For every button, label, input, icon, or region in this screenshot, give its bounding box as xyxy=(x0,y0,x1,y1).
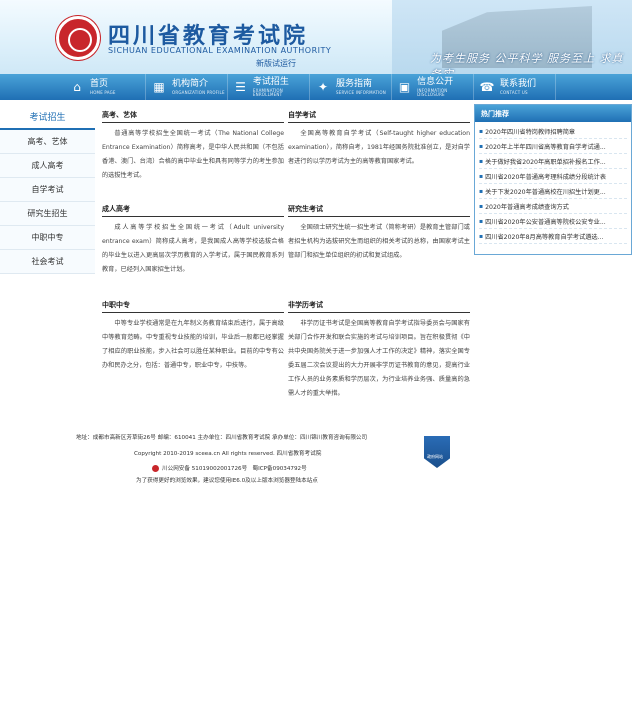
section-title[interactable]: 高考、艺体 xyxy=(102,110,284,123)
hot-list-item[interactable]: ▪ 2020年上半年四川省高等教育自学考试通... xyxy=(479,139,627,154)
nav-organization[interactable]: ▦ 机构简介 ORGANIZATION PROFILE xyxy=(146,74,228,100)
hot-item-label: 四川省2020年普通高考理科成绩分段统计表 xyxy=(485,173,607,181)
section-self-study: 自学考试 全国高等教育自学考试（Self-taught higher educa… xyxy=(288,110,470,169)
hot-list-item[interactable]: ▪ 四川省2020年普通高考理科成绩分段统计表 xyxy=(479,169,627,184)
hot-list-item[interactable]: ▪ 关于做好我省2020年高职单招补报名工作... xyxy=(479,154,627,169)
site-subtitle: SICHUAN EDUCATIONAL EXAMINATION AUTHORIT… xyxy=(108,46,332,55)
nav-label: 服务指南 xyxy=(336,78,373,89)
hot-list-item[interactable]: ▪ 2020年四川省特岗教师招聘简章 xyxy=(479,124,627,139)
nav-label: 机构简介 xyxy=(172,78,209,89)
nav-label: 联系我们 xyxy=(500,78,537,89)
trial-badge: 新版试运行 xyxy=(256,59,296,68)
section-title[interactable]: 成人高考 xyxy=(102,204,284,217)
nav-sublabel: INFORMATION DISCLOSURE xyxy=(417,87,448,97)
section-title[interactable]: 自学考试 xyxy=(288,110,470,123)
hot-item-label: 2020年上半年四川省高等教育自学考试通... xyxy=(485,143,606,151)
sidebar-item-graduate[interactable]: 研究生招生 xyxy=(0,202,95,226)
sidebar-item-self-study[interactable]: 自学考试 xyxy=(0,178,95,202)
bullet-icon: ▪ xyxy=(479,142,484,150)
section-body: 中等专业学校通常是在九年制义务教育结束后进行，属于高级中等教育范畴。中专重视专业… xyxy=(102,320,284,369)
site-header: 四川省教育考试院 SICHUAN EDUCATIONAL EXAMINATION… xyxy=(0,0,632,74)
footer-address: 地址：成都市高新区芳草街26号 邮编：610041 主办单位：四川省教育考试院 … xyxy=(76,435,368,441)
police-badge-icon xyxy=(152,465,159,472)
section-body: 成人高等学校招生全国统一考试（Adult university entrance… xyxy=(102,224,284,273)
hot-recommendations-panel: 热门推荐 ▪ 2020年四川省特岗教师招聘简章 ▪ 2020年上半年四川省高等教育自… xyxy=(474,104,632,255)
hot-item-label: 关于做好我省2020年高职单招补报名工作... xyxy=(485,158,606,166)
hot-item-label: 四川省2020年8月高等教育自学考试遴选... xyxy=(485,233,604,241)
hot-list-item[interactable]: ▪ 四川省2020年8月高等教育自学考试遴选... xyxy=(479,229,627,244)
section-gaokao: 高考、艺体 普通高等学校招生全国统一考试（The National Colleg… xyxy=(102,110,284,183)
section-title[interactable]: 研究生考试 xyxy=(288,204,470,217)
service-icon: ✦ xyxy=(317,80,329,94)
hot-item-label: 2020年普通高考成绩查询方式 xyxy=(485,203,569,211)
hot-item-label: 关于下发2020年普通高校在川招生计划更... xyxy=(485,188,606,196)
bullet-icon: ▪ xyxy=(479,202,484,210)
hot-list-item[interactable]: ▪ 四川省2020年公安普通高等院校公安专业... xyxy=(479,214,627,229)
footer-copyright: Copyright 2010-2019 sceea.cn All rights … xyxy=(134,451,322,457)
home-icon: ⌂ xyxy=(73,80,81,94)
sidebar-item-exam-enrollment[interactable]: 考试招生 xyxy=(0,104,95,130)
footer-browser-tip: 为了获得更好的浏览效果，建议您使用IE6.0及以上版本浏览器登陆本站点 xyxy=(136,478,318,484)
hot-list-item[interactable]: ▪ 关于下发2020年普通高校在川招生计划更... xyxy=(479,184,627,199)
section-adult-exam: 成人高考 成人高等学校招生全国统一考试（Adult university ent… xyxy=(102,204,284,277)
nav-label: 首页 xyxy=(90,78,109,89)
contact-icon: ☎ xyxy=(479,80,495,94)
nav-sublabel: EXAMINATION ENROLLMENT xyxy=(252,87,283,97)
bullet-icon: ▪ xyxy=(479,232,484,240)
police-record-text: 川公网安备 51019002001726号 xyxy=(162,466,248,472)
institution-logo-icon[interactable] xyxy=(56,16,100,60)
nav-home[interactable]: ⌂ 首页 HOME PAGE xyxy=(64,74,146,100)
nav-sublabel: SERVICE INFORMATION xyxy=(336,89,386,95)
bullet-icon: ▪ xyxy=(479,127,484,135)
emblem-label: 政府网站 xyxy=(427,454,443,459)
section-body: 全国高等教育自学考试（Self-taught higher education … xyxy=(288,130,470,165)
sidebar-item-social-exam[interactable]: 社会考试 xyxy=(0,250,95,274)
section-title[interactable]: 非学历考试 xyxy=(288,300,470,313)
bullet-icon: ▪ xyxy=(479,172,484,180)
nav-label: 考试招生 xyxy=(252,76,289,87)
section-title[interactable]: 中职中专 xyxy=(102,300,284,313)
hot-panel-title: 热门推荐 xyxy=(475,105,631,122)
nav-sublabel: HOME PAGE xyxy=(90,89,116,95)
nav-info-disclosure[interactable]: ▣ 信息公开 INFORMATION DISCLOSURE xyxy=(392,74,474,100)
footer-police-record[interactable]: 川公网安备 51019002001726号 蜀ICP备09034792号 xyxy=(152,464,307,472)
government-website-emblem-icon[interactable]: 政府网站 xyxy=(424,436,450,468)
nav-service[interactable]: ✦ 服务指南 SERVICE INFORMATION xyxy=(310,74,392,100)
main-nav: ⌂ 首页 HOME PAGE ▦ 机构简介 ORGANIZATION PROFILE… xyxy=(0,74,632,100)
section-body: 全国硕士研究生统一招生考试（简称考研）是教育主管部门或者招生机构为选拔研究生而组… xyxy=(288,224,470,259)
sidebar-item-vocational[interactable]: 中职中专 xyxy=(0,226,95,250)
sidebar-item-adult-exam[interactable]: 成人高考 xyxy=(0,154,95,178)
nav-contact[interactable]: ☎ 联系我们 CONTACT US xyxy=(474,74,556,100)
bullet-icon: ▪ xyxy=(479,157,484,165)
section-graduate: 研究生考试 全国硕士研究生统一招生考试（简称考研）是教育主管部门或者招生机构为选… xyxy=(288,204,470,263)
hot-item-label: 2020年四川省特岗教师招聘简章 xyxy=(485,128,576,136)
org-icon: ▦ xyxy=(153,80,165,94)
left-sidebar: 考试招生 高考、艺体 成人高考 自学考试 研究生招生 中职中专 社会考试 xyxy=(0,104,95,274)
bullet-icon: ▪ xyxy=(479,187,484,195)
bullet-icon: ▪ xyxy=(479,217,484,225)
icp-record[interactable]: 蜀ICP备09034792号 xyxy=(253,466,307,472)
nav-exam-enrollment[interactable]: ☰ 考试招生 EXAMINATION ENROLLMENT xyxy=(228,74,310,100)
hot-list-item[interactable]: ▪ 2020年普通高考成绩查询方式 xyxy=(479,199,627,214)
exam-icon: ☰ xyxy=(235,80,246,94)
nav-sublabel: ORGANIZATION PROFILE xyxy=(172,89,225,95)
section-body: 非学历证书考试是全国高等教育自学考试指导委员会与国家有关部门合作开发和联合实施的… xyxy=(288,320,470,397)
info-icon: ▣ xyxy=(398,80,411,94)
hot-list: ▪ 2020年四川省特岗教师招聘简章 ▪ 2020年上半年四川省高等教育自学考试通.… xyxy=(475,122,631,246)
hot-item-label: 四川省2020年公安普通高等院校公安专业... xyxy=(485,218,606,226)
nav-label: 信息公开 xyxy=(417,76,454,87)
sidebar-item-gaokao[interactable]: 高考、艺体 xyxy=(0,130,95,154)
section-non-degree: 非学历考试 非学历证书考试是全国高等教育自学考试指导委员会与国家有关部门合作开发… xyxy=(288,300,470,401)
header-slogan: 为考生服务 公平科学 服务至上 求真务实 xyxy=(430,52,624,74)
section-vocational: 中职中专 中等专业学校通常是在九年制义务教育结束后进行，属于高级中等教育范畴。中… xyxy=(102,300,284,373)
nav-sublabel: CONTACT US xyxy=(500,89,528,95)
section-body: 普通高等学校招生全国统一考试（The National College Entr… xyxy=(102,130,284,179)
